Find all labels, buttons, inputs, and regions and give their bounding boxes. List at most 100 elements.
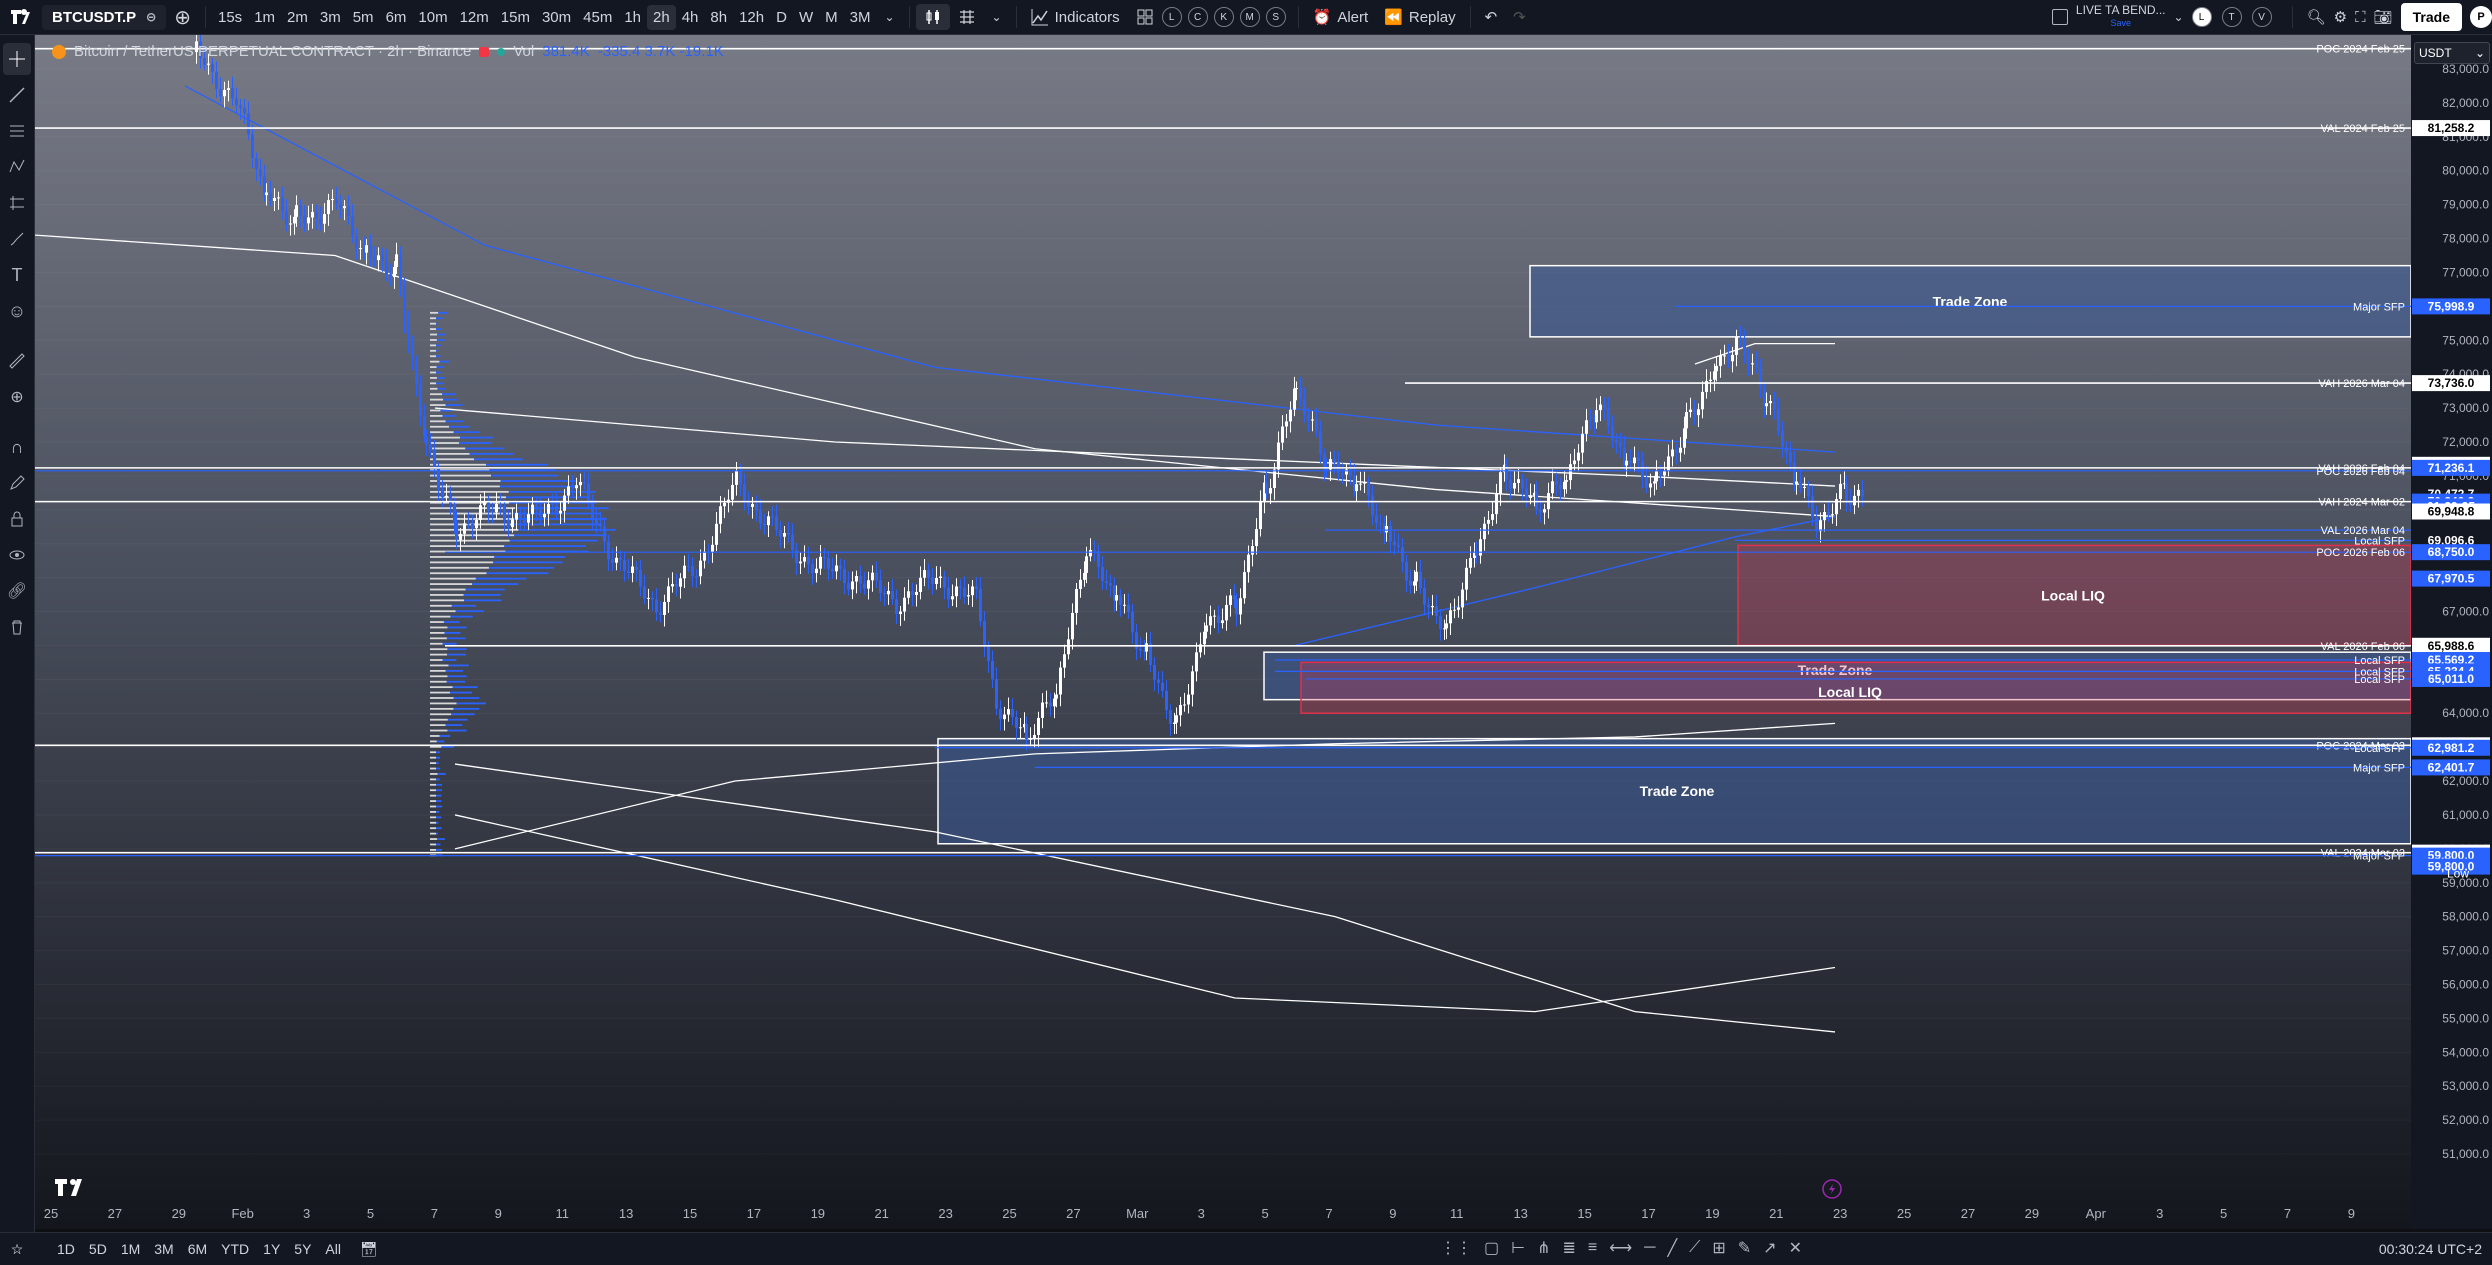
zoom-in-icon[interactable]: ⊕	[3, 381, 31, 413]
indicator-templates-icon[interactable]	[1128, 4, 1162, 30]
timeframe-15m[interactable]: 15m	[495, 5, 536, 30]
crosshair-icon[interactable]	[3, 43, 31, 75]
price-chart[interactable]: Trade ZoneLocal LIQTrade ZoneLocal LIQTr…	[35, 35, 2411, 1229]
layout-shortcut-s[interactable]: S	[1266, 7, 1286, 27]
candles-chart-type-button[interactable]	[916, 4, 950, 30]
compare-symbol-button[interactable]: ⊕	[166, 1, 199, 34]
rectangle-tool-icon[interactable]: ▢	[1484, 1238, 1499, 1258]
timeframe-3m[interactable]: 3m	[314, 5, 347, 30]
range-5d[interactable]: 5D	[82, 1241, 114, 1257]
brush-tool-icon[interactable]: ✎	[1738, 1238, 1751, 1258]
cross-tool-icon[interactable]: ✕	[1789, 1238, 1802, 1258]
settings-gear-icon[interactable]: ⚙	[2334, 8, 2347, 26]
price-range-icon[interactable]: ⊢	[1511, 1238, 1525, 1258]
layout-shortcut-k[interactable]: K	[1214, 7, 1234, 27]
layout-checkbox-icon[interactable]	[2052, 9, 2068, 25]
range-1m[interactable]: 1M	[114, 1241, 147, 1257]
candle-body	[1563, 482, 1566, 489]
pencil-lock-icon[interactable]	[3, 467, 31, 499]
replay-button[interactable]: ⏪ Replay	[1376, 4, 1463, 30]
tradingview-logo-icon[interactable]	[4, 2, 34, 32]
pattern-icon[interactable]	[3, 151, 31, 183]
timeframe-10m[interactable]: 10m	[412, 5, 453, 30]
timeframe-3M[interactable]: 3M	[844, 5, 877, 30]
fullscreen-icon[interactable]: ⛶	[2355, 9, 2366, 26]
trend-line-icon[interactable]	[3, 79, 31, 111]
path-tool-icon[interactable]: ⟋	[1689, 1239, 1700, 1257]
forecast-icon[interactable]	[3, 187, 31, 219]
layout-name-button[interactable]: LIVE TA BEND... Save	[2076, 4, 2166, 30]
layout-shortcut-c[interactable]: C	[1188, 7, 1208, 27]
price-axis[interactable]: 83,000.082,000.081,000.080,000.079,000.0…	[2411, 35, 2492, 1229]
trade-button[interactable]: Trade	[2401, 3, 2462, 31]
timeframe-dropdown-icon[interactable]: ⌄	[876, 6, 902, 28]
pitchfork-icon[interactable]: ⋔	[1537, 1238, 1550, 1258]
avatar[interactable]: P	[2470, 6, 2492, 28]
horizontal-line-icon[interactable]: ⟷	[1609, 1238, 1632, 1258]
range-ytd[interactable]: YTD	[214, 1241, 256, 1257]
camera-snapshot-icon[interactable]: 📷︎	[2374, 8, 2393, 26]
account-shortcut-l[interactable]: L	[2192, 7, 2212, 27]
timeframe-M[interactable]: M	[819, 5, 844, 30]
redo-icon[interactable]: ↷	[1505, 4, 1534, 30]
timeframe-4h[interactable]: 4h	[676, 5, 705, 30]
volume-profile-bar	[436, 762, 439, 764]
timeframe-2m[interactable]: 2m	[281, 5, 314, 30]
timeframe-12m[interactable]: 12m	[454, 5, 495, 30]
undo-icon[interactable]: ↶	[1477, 4, 1506, 30]
text-icon[interactable]: T	[3, 259, 31, 291]
layout-dropdown-icon[interactable]: ⌄	[2174, 10, 2184, 24]
arrow-tool-icon[interactable]: ↗	[1763, 1238, 1776, 1258]
timeframe-15s[interactable]: 15s	[212, 5, 248, 30]
layout-shortcut-m[interactable]: M	[1240, 7, 1260, 27]
drag-handle-icon[interactable]: ⋮⋮	[1440, 1238, 1472, 1258]
channel-tool-icon[interactable]: ≡	[1588, 1239, 1597, 1257]
timeframe-1h[interactable]: 1h	[618, 5, 647, 30]
goto-date-icon[interactable]: 📅︎	[360, 1241, 378, 1258]
timeframe-W[interactable]: W	[793, 5, 819, 30]
range-all[interactable]: All	[318, 1241, 348, 1257]
timeframe-D[interactable]: D	[770, 5, 793, 30]
timeframe-8h[interactable]: 8h	[704, 5, 733, 30]
clock[interactable]: 00:30:24 UTC+2	[2379, 1241, 2482, 1257]
line-tool-icon[interactable]: ╱	[1668, 1238, 1678, 1258]
fib-retracement-icon[interactable]	[3, 115, 31, 147]
timeframe-12h[interactable]: 12h	[733, 5, 770, 30]
timeframe-1m[interactable]: 1m	[248, 5, 281, 30]
alert-button[interactable]: ⏰ Alert	[1305, 4, 1377, 30]
timeframe-30m[interactable]: 30m	[536, 5, 577, 30]
favorites-star-icon[interactable]: ☆	[0, 1241, 34, 1258]
time-tick: 21	[1769, 1206, 1783, 1221]
trash-icon[interactable]	[3, 611, 31, 643]
symbol-search-button[interactable]: BTCUSDT.P ⊝	[42, 5, 166, 30]
symbol-info-icon[interactable]: ⊝	[146, 10, 156, 24]
range-6m[interactable]: 6M	[181, 1241, 214, 1257]
account-shortcut-v[interactable]: V	[2252, 7, 2272, 27]
layout-shortcut-l[interactable]: L	[1162, 7, 1182, 27]
fib-tool-icon[interactable]: ≣	[1562, 1238, 1575, 1258]
indicators-button[interactable]: Indicators	[1023, 4, 1128, 30]
lock-icon[interactable]	[3, 503, 31, 535]
account-shortcut-t[interactable]: T	[2222, 7, 2242, 27]
chart-type-dropdown-icon[interactable]: ⌄	[984, 6, 1010, 28]
brush-icon[interactable]	[3, 223, 31, 255]
link-icon[interactable]: 🔗︎	[3, 575, 31, 607]
timeframe-45m[interactable]: 45m	[577, 5, 618, 30]
measure-icon[interactable]: ⊞	[1712, 1238, 1725, 1258]
quick-search-icon[interactable]: 🔍︎	[2307, 8, 2326, 26]
currency-select[interactable]: USDT ⌄	[2414, 42, 2490, 64]
emoji-icon[interactable]: ☺	[3, 295, 31, 327]
timeframe-5m[interactable]: 5m	[347, 5, 380, 30]
range-1d[interactable]: 1D	[50, 1241, 82, 1257]
bar-chart-type-icon[interactable]	[950, 4, 984, 30]
ruler-icon[interactable]	[3, 345, 31, 377]
candle-body	[1319, 431, 1322, 454]
range-5y[interactable]: 5Y	[287, 1241, 318, 1257]
timeframe-6m[interactable]: 6m	[380, 5, 413, 30]
range-1y[interactable]: 1Y	[256, 1241, 287, 1257]
ray-icon[interactable]: ─	[1644, 1239, 1655, 1257]
timeframe-2h[interactable]: 2h	[647, 5, 676, 30]
eye-icon[interactable]	[3, 539, 31, 571]
range-3m[interactable]: 3M	[147, 1241, 180, 1257]
magnet-icon[interactable]: ∩	[3, 431, 31, 463]
